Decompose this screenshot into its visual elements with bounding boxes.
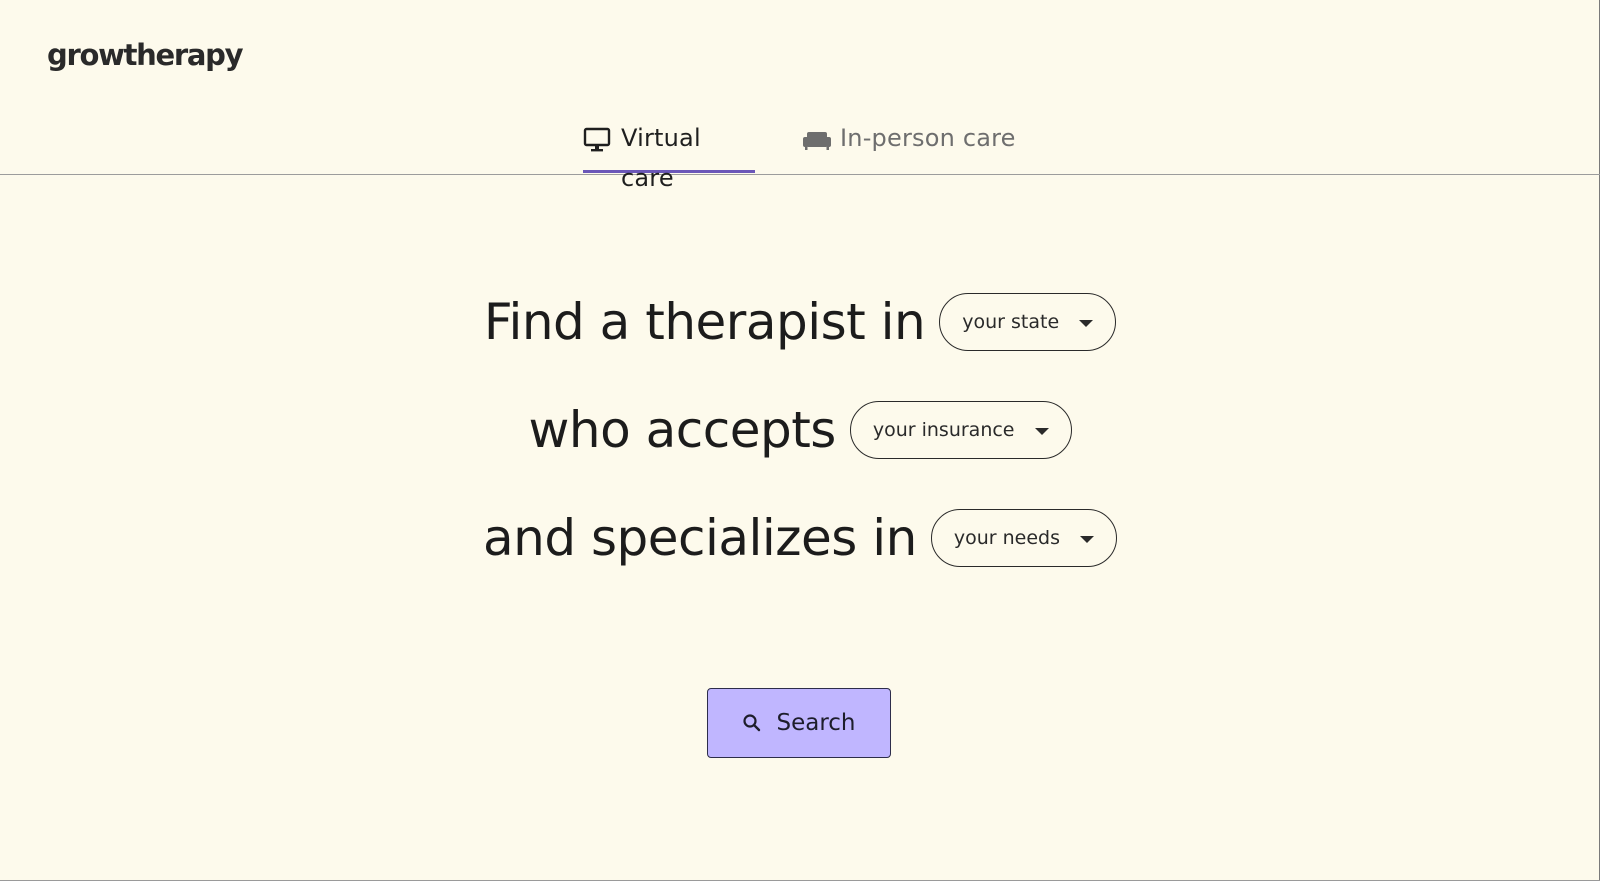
search-button-label: Search bbox=[776, 710, 856, 736]
headline-text: who accepts bbox=[528, 401, 837, 459]
dropdown-value: your insurance bbox=[872, 419, 1015, 441]
caret-down-icon bbox=[1080, 536, 1094, 543]
dropdown-value: your needs bbox=[953, 527, 1060, 549]
caret-down-icon bbox=[1079, 320, 1094, 327]
headline-line-state: Find a therapist in your state bbox=[0, 292, 1600, 352]
insurance-dropdown[interactable]: your insurance bbox=[849, 401, 1072, 459]
tab-label: Virtual care bbox=[621, 124, 701, 192]
couch-icon bbox=[802, 126, 831, 154]
monitor-icon bbox=[583, 126, 611, 154]
dropdown-value: your state bbox=[962, 311, 1060, 333]
tab-in-person-care[interactable]: In-person care bbox=[802, 118, 1022, 173]
headline-line-needs: and specializes in your needs bbox=[0, 508, 1600, 568]
caret-down-icon bbox=[1034, 428, 1049, 435]
needs-dropdown[interactable]: your needs bbox=[930, 509, 1117, 567]
tab-virtual-care[interactable]: Virtual care bbox=[583, 118, 755, 192]
search-button[interactable]: Search bbox=[707, 688, 891, 758]
headline-line-insurance: who accepts your insurance bbox=[0, 400, 1600, 460]
headline-text: and specializes in bbox=[482, 509, 917, 567]
tab-label: In-person care bbox=[840, 124, 1016, 152]
search-icon bbox=[742, 713, 762, 733]
headline-text: Find a therapist in bbox=[483, 293, 926, 351]
care-type-tabs: Virtual care In-person care bbox=[0, 0, 1600, 192]
state-dropdown[interactable]: your state bbox=[939, 293, 1117, 351]
